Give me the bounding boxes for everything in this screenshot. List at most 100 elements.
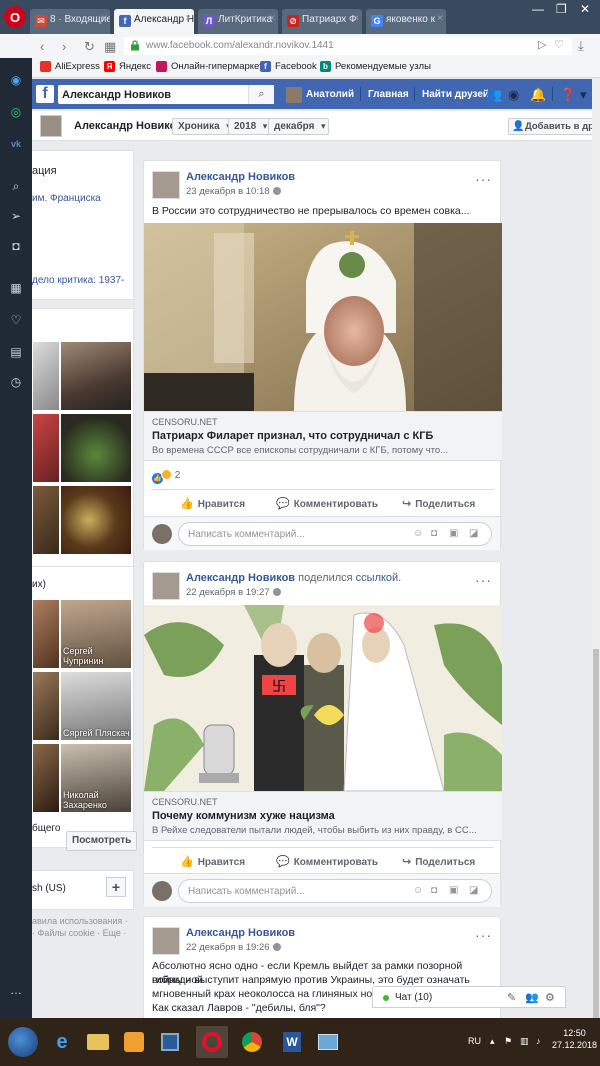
close-icon[interactable]: × <box>185 13 191 24</box>
compose-icon[interactable]: ✎ <box>507 991 516 1004</box>
scrollbar-thumb[interactable] <box>593 649 599 1019</box>
footer-cookies[interactable]: · Файлы cookie · Еще · <box>32 928 126 938</box>
close-icon[interactable]: × <box>437 13 443 24</box>
photo-thumb[interactable] <box>32 413 60 483</box>
add-friend-button[interactable]: 👤 Добавить в др <box>508 118 600 135</box>
account-menu-icon[interactable]: ▾ <box>580 87 587 103</box>
remote-desktop-icon[interactable] <box>312 1026 344 1058</box>
send-icon[interactable]: ➢ <box>8 208 24 224</box>
friend-thumb[interactable] <box>32 743 60 813</box>
close-window-icon[interactable]: ✕ <box>580 2 590 16</box>
post-link-image[interactable]: 卐 <box>144 605 502 791</box>
heart-icon[interactable]: ♡ <box>8 312 24 328</box>
footer-terms[interactable]: авила использования · <box>32 916 128 926</box>
back-icon[interactable]: ‹ <box>40 39 44 54</box>
download-icon[interactable]: ⤓ <box>578 38 584 54</box>
forward-icon[interactable]: › <box>62 39 66 54</box>
more-icon[interactable]: … <box>8 982 24 998</box>
add-language-icon[interactable]: + <box>106 877 126 897</box>
search-icon[interactable]: ⌕ <box>248 85 274 104</box>
link-preview[interactable]: CENSORU.NET Почему коммунизм хуже нацизм… <box>144 791 502 841</box>
gif-icon[interactable]: ▣ <box>449 885 458 896</box>
minimize-icon[interactable]: — <box>532 2 544 16</box>
volume-icon[interactable]: ♪ <box>536 1036 541 1046</box>
chrome-icon[interactable] <box>236 1026 268 1058</box>
author-avatar[interactable] <box>152 171 180 199</box>
post-author[interactable]: Александр Новиков <box>186 927 295 939</box>
post-author[interactable]: Александр Новиков <box>186 171 295 183</box>
month-dropdown[interactable]: декабря <box>268 118 330 135</box>
tab-litkritika[interactable]: Л ЛитКритика × <box>198 9 278 34</box>
network-icon[interactable]: ▥ <box>520 1036 529 1047</box>
friend-thumb[interactable] <box>32 671 60 741</box>
tab-facebook[interactable]: f Александр Н × <box>114 9 194 34</box>
close-icon[interactable]: × <box>353 13 359 24</box>
tab-patriarch[interactable]: ⊘ Патриарх Ф × <box>282 9 362 34</box>
maximize-icon[interactable]: ❐ <box>556 2 567 16</box>
find-friends-link[interactable]: Найти друзей <box>422 89 489 100</box>
user-profile-link[interactable]: Анатолий <box>306 89 354 100</box>
friend-thumb[interactable]: Николай Захаренко <box>60 743 132 813</box>
friend-thumb[interactable] <box>32 599 60 669</box>
opera-taskbar-icon[interactable] <box>196 1026 228 1058</box>
news-icon[interactable]: ▤ <box>8 344 24 360</box>
send-icon[interactable]: ▷ <box>538 38 546 51</box>
bookmark-facebook[interactable]: f Facebook <box>260 61 317 72</box>
view-friends-button[interactable]: Посмотреть <box>66 831 138 851</box>
gif-icon[interactable]: ▣ <box>449 528 458 539</box>
flag-icon[interactable]: ⚑ <box>504 1036 512 1047</box>
friend-requests-icon[interactable]: 👥 <box>486 87 502 103</box>
author-avatar[interactable] <box>152 572 180 600</box>
post-timestamp[interactable]: 23 декабря в 10:18 <box>186 186 281 197</box>
heart-icon[interactable]: ♡ <box>554 38 564 51</box>
bookmark-aliexpress[interactable]: AliExpress <box>40 61 100 72</box>
speed-dial-icon[interactable]: ▦ <box>8 280 24 296</box>
user-avatar[interactable] <box>286 87 302 103</box>
language-label[interactable]: sh (US) <box>32 883 66 894</box>
intro-link-critic[interactable]: дело критика: 1937- <box>32 275 124 286</box>
camera-icon[interactable]: ◘ <box>8 238 24 254</box>
page-scrollbar[interactable] <box>592 79 600 1019</box>
close-icon[interactable]: × <box>269 13 275 24</box>
link-preview[interactable]: CENSORU.NET Патриарх Филарет признал, чт… <box>144 411 502 461</box>
post-link-image[interactable] <box>144 223 502 411</box>
close-icon[interactable]: × <box>101 13 107 24</box>
bookmark-yandex[interactable]: Я Яндекс <box>104 61 151 72</box>
like-button[interactable]: 👍 Нравится <box>180 497 245 510</box>
comment-input[interactable] <box>179 880 379 902</box>
more-options-icon[interactable]: ··· <box>475 171 492 187</box>
speed-dial-icon[interactable]: ▦ <box>104 39 116 55</box>
opera-menu-icon[interactable]: O <box>4 6 26 28</box>
home-link[interactable]: Главная <box>368 89 409 100</box>
friend-thumb[interactable]: Сергей Чупринин <box>60 599 132 669</box>
bookmark-hypermarket[interactable]: Онлайн-гипермаркет <box>156 61 263 72</box>
notifications-icon[interactable]: 🔔 <box>530 87 546 103</box>
bookmark-recommended[interactable]: b Рекомендуемые узлы <box>320 61 431 72</box>
share-button[interactable]: ↪ Поделиться <box>402 497 475 510</box>
media-player-icon[interactable] <box>118 1026 150 1058</box>
vk-icon[interactable]: vk <box>8 136 24 152</box>
photo-thumb[interactable] <box>60 485 132 555</box>
shared-link[interactable]: ссылкой. <box>356 572 402 584</box>
photo-thumb[interactable] <box>32 341 60 411</box>
post-timestamp[interactable]: 22 декабря в 19:27 <box>186 587 281 598</box>
search-icon[interactable]: ⌕ <box>8 178 24 194</box>
photo-thumb[interactable] <box>60 413 132 483</box>
camera-icon[interactable]: ◘ <box>431 885 437 896</box>
explorer-icon[interactable] <box>82 1026 114 1058</box>
emoji-icon[interactable]: ☺ <box>413 528 423 539</box>
messenger-icon[interactable]: ◉ <box>8 72 24 88</box>
photo-thumb[interactable] <box>60 341 132 411</box>
chat-sidebar-toggle[interactable]: Чат (10) ✎ 👥 ⚙ <box>372 986 566 1008</box>
tray-arrow-icon[interactable]: ▴ <box>490 1036 495 1047</box>
sticker-icon[interactable]: ◪ <box>469 528 478 539</box>
profile-name[interactable]: Александр Новиков <box>74 120 183 132</box>
clock[interactable]: 12:50 27.12.2018 <box>552 1027 597 1051</box>
like-button[interactable]: 👍 Нравится <box>180 855 245 868</box>
emoji-icon[interactable]: ☺ <box>413 885 423 896</box>
word-icon[interactable]: W <box>276 1026 308 1058</box>
comment-button[interactable]: 💬 Комментировать <box>276 855 378 868</box>
share-button[interactable]: ↪ Поделиться <box>402 855 475 868</box>
ie-icon[interactable]: e <box>46 1026 78 1058</box>
url-field[interactable]: www.facebook.com/alexandr.novikov.1441 ▷… <box>124 37 572 55</box>
